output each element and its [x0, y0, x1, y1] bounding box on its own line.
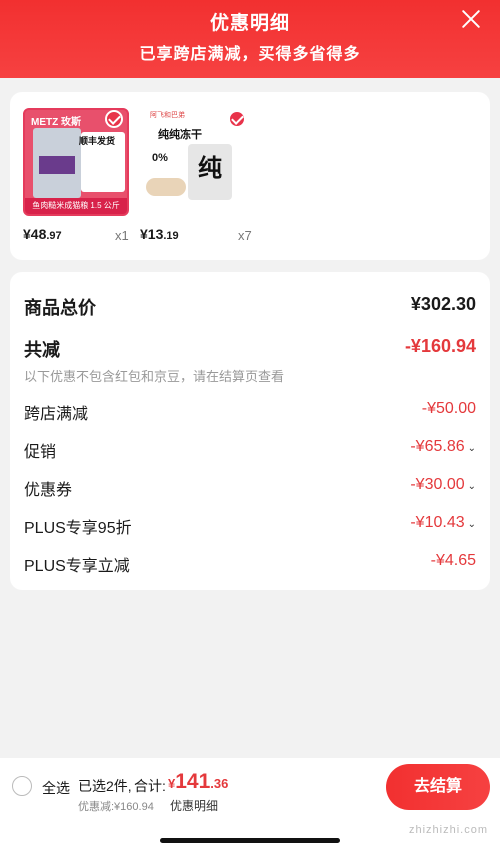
page-subtitle: 已享跨店满减，买得多省得多	[139, 46, 361, 63]
product-qty: x7	[238, 228, 252, 243]
page-title: 优惠明细	[209, 13, 290, 34]
header: 优惠明细 已享跨店满减，买得多省得多	[0, 0, 500, 78]
discount-value: -¥50.00	[421, 400, 476, 417]
image-brand: METZ 玫斯	[31, 117, 81, 128]
checkout-button[interactable]: 去结算	[386, 764, 490, 810]
image-name: 纯纯冻干	[158, 129, 202, 141]
discount-row[interactable]: 促销 -¥65.86 ⌄	[24, 438, 476, 462]
image-badge: 顺丰发货	[79, 136, 116, 146]
detail-link[interactable]: 优惠明细	[170, 797, 218, 814]
total-row: 商品总价 ¥302.30	[24, 294, 476, 318]
total-label: 商品总价	[24, 298, 96, 318]
selected-count: 已选2件,	[78, 778, 132, 794]
discount-row: PLUS专享立减 -¥4.65	[24, 552, 476, 576]
product-qty: x1	[115, 228, 129, 243]
discount-note: 以下优惠不包含红包和京豆，请在结算页查看	[24, 369, 285, 384]
total-label: 合计:	[134, 778, 166, 794]
discount-row: 跨店满减 -¥50.00	[24, 400, 476, 424]
discount-value: -¥4.65	[430, 552, 476, 569]
chevron-down-icon[interactable]: ⌄	[468, 443, 476, 454]
image-brand: 阿飞和巴弟	[150, 112, 185, 119]
discount-value: -¥30.00 ⌄	[410, 476, 476, 493]
discount-value: -¥65.86 ⌄	[410, 438, 476, 455]
products-card: METZ 玫斯 顺丰发货 鱼肉糙米成猫粮 1.5 公斤 ¥48.97 x1 阿飞…	[10, 92, 490, 260]
checkmark-icon[interactable]	[105, 110, 123, 128]
select-all-radio[interactable]	[12, 776, 32, 796]
image-char: 纯	[188, 144, 232, 200]
checkmark-icon[interactable]	[228, 110, 246, 128]
reduce-label: 共减	[24, 340, 60, 360]
discount-row[interactable]: 优惠券 -¥30.00 ⌄	[24, 476, 476, 500]
discount-label: 促销	[24, 444, 57, 461]
close-icon[interactable]	[460, 8, 482, 30]
product-price: ¥13.19	[140, 226, 179, 242]
discount-label: PLUS专享95折	[24, 520, 132, 537]
image-caption: 鱼肉糙米成猫粮 1.5 公斤	[25, 198, 127, 214]
reduce-row: 共减 -¥160.94	[24, 336, 476, 360]
select-all-label[interactable]: 全选	[42, 778, 70, 798]
discount-row[interactable]: PLUS专享95折 -¥10.43 ⌄	[24, 514, 476, 538]
discount-label: PLUS专享立减	[24, 558, 130, 575]
image-pct: 0%	[152, 152, 168, 164]
chevron-down-icon[interactable]: ⌄	[468, 481, 476, 492]
bag-graphic	[33, 128, 81, 198]
reduce-value: -¥160.94	[404, 336, 476, 356]
discount-value: -¥10.43 ⌄	[410, 514, 476, 531]
food-graphic	[146, 178, 186, 196]
product-item[interactable]: 阿飞和巴弟 纯纯冻干 0% 纯 ¥13.19 x7	[140, 108, 252, 243]
discount-summary: 优惠减:¥160.94	[78, 801, 154, 813]
total-value: ¥302.30	[410, 294, 476, 314]
product-item[interactable]: METZ 玫斯 顺丰发货 鱼肉糙米成猫粮 1.5 公斤 ¥48.97 x1	[23, 108, 129, 243]
total-amount: ¥141.36	[168, 770, 229, 793]
discount-label: 优惠券	[24, 482, 73, 499]
discount-label: 跨店满减	[24, 406, 89, 423]
chevron-down-icon[interactable]: ⌄	[468, 519, 476, 530]
product-price: ¥48.97	[23, 226, 62, 242]
watermark: zhizhizhi.com	[408, 824, 488, 836]
home-indicator	[160, 838, 340, 843]
summary-card: 商品总价 ¥302.30 共减 -¥160.94 以下优惠不包含红包和京豆，请在…	[10, 272, 490, 590]
